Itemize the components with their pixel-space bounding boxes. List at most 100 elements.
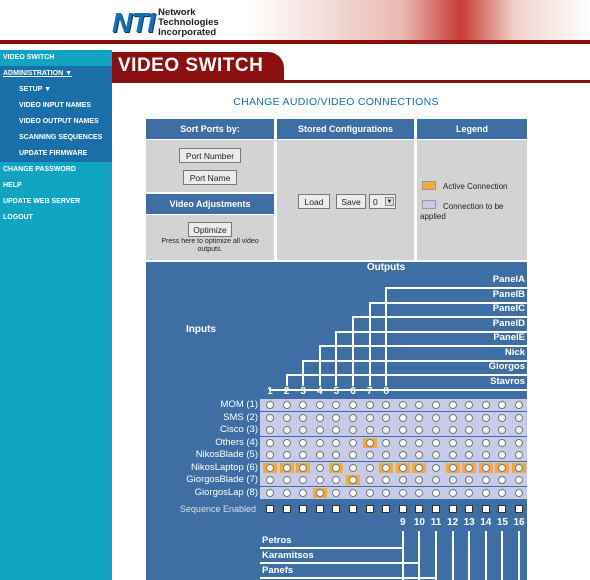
connection-radio[interactable] <box>515 426 523 434</box>
connection-radio[interactable] <box>315 451 324 459</box>
connection-radio[interactable] <box>515 438 523 447</box>
connection-radio[interactable] <box>515 488 523 497</box>
connection-radio[interactable] <box>365 438 374 447</box>
sidebar-item-video-switch[interactable]: VIDEO SWITCH <box>0 50 112 66</box>
connection-radio[interactable] <box>498 476 507 484</box>
connection-radio[interactable] <box>282 426 291 434</box>
connection-radio[interactable] <box>266 488 274 497</box>
sequence-checkbox[interactable] <box>266 505 274 513</box>
connection-radio[interactable] <box>382 476 391 484</box>
connection-radio[interactable] <box>415 426 424 434</box>
connection-radio[interactable] <box>498 413 507 422</box>
sidebar-item-setup[interactable]: SETUP ▼ <box>0 82 112 98</box>
connection-radio[interactable] <box>315 463 324 472</box>
connection-radio[interactable] <box>448 438 457 447</box>
connection-radio[interactable] <box>432 451 440 459</box>
connection-radio[interactable] <box>349 413 357 422</box>
connection-radio[interactable] <box>266 426 274 434</box>
connection-radio[interactable] <box>315 413 324 422</box>
connection-radio[interactable] <box>465 401 474 409</box>
connection-radio[interactable] <box>365 401 374 409</box>
connection-radio[interactable] <box>481 451 490 459</box>
connection-radio[interactable] <box>465 413 474 422</box>
connection-radio[interactable] <box>382 426 391 434</box>
connection-radio[interactable] <box>398 426 407 434</box>
connection-radio[interactable] <box>498 463 507 472</box>
connection-radio[interactable] <box>315 426 324 434</box>
connection-radio[interactable] <box>332 488 341 497</box>
sidebar-item-help[interactable]: HELP <box>0 178 112 194</box>
connection-radio[interactable] <box>398 476 407 484</box>
connection-radio[interactable] <box>498 426 507 434</box>
sequence-checkbox[interactable] <box>465 505 474 513</box>
connection-radio[interactable] <box>415 463 424 472</box>
connection-radio[interactable] <box>332 401 341 409</box>
sequence-checkbox[interactable] <box>481 505 490 513</box>
connection-radio[interactable] <box>266 401 274 409</box>
connection-radio[interactable] <box>481 426 490 434</box>
sequence-checkbox[interactable] <box>515 505 523 513</box>
connection-radio[interactable] <box>465 426 474 434</box>
connection-radio[interactable] <box>448 463 457 472</box>
connection-radio[interactable] <box>349 426 357 434</box>
connection-radio[interactable] <box>282 401 291 409</box>
optimize-button[interactable]: Optimize <box>188 222 232 237</box>
connection-radio[interactable] <box>398 413 407 422</box>
connection-radio[interactable] <box>465 438 474 447</box>
connection-radio[interactable] <box>266 463 274 472</box>
connection-radio[interactable] <box>415 476 424 484</box>
connection-radio[interactable] <box>398 488 407 497</box>
connection-radio[interactable] <box>299 451 308 459</box>
sidebar-item-video-output-names[interactable]: VIDEO OUTPUT NAMES <box>0 114 112 130</box>
connection-radio[interactable] <box>282 476 291 484</box>
port-name-button[interactable]: Port Name <box>183 170 237 185</box>
connection-radio[interactable] <box>481 463 490 472</box>
port-number-button[interactable]: Port Number <box>179 148 241 163</box>
connection-radio[interactable] <box>365 451 374 459</box>
connection-radio[interactable] <box>282 488 291 497</box>
connection-radio[interactable] <box>282 438 291 447</box>
connection-radio[interactable] <box>382 451 391 459</box>
sequence-checkbox[interactable] <box>498 505 507 513</box>
connection-radio[interactable] <box>515 401 523 409</box>
connection-radio[interactable] <box>465 451 474 459</box>
sequence-checkbox[interactable] <box>415 505 424 513</box>
sequence-checkbox[interactable] <box>315 505 324 513</box>
connection-radio[interactable] <box>332 463 341 472</box>
sidebar-item-update-firmware[interactable]: UPDATE FIRMWARE <box>0 146 112 162</box>
connection-radio[interactable] <box>498 488 507 497</box>
connection-radio[interactable] <box>415 451 424 459</box>
connection-radio[interactable] <box>382 438 391 447</box>
connection-radio[interactable] <box>398 401 407 409</box>
connection-radio[interactable] <box>365 488 374 497</box>
connection-radio[interactable] <box>398 451 407 459</box>
connection-radio[interactable] <box>332 426 341 434</box>
connection-radio[interactable] <box>415 438 424 447</box>
connection-radio[interactable] <box>266 438 274 447</box>
connection-radio[interactable] <box>282 463 291 472</box>
connection-radio[interactable] <box>465 488 474 497</box>
connection-radio[interactable] <box>266 451 274 459</box>
connection-radio[interactable] <box>349 438 357 447</box>
connection-radio[interactable] <box>398 438 407 447</box>
connection-radio[interactable] <box>332 476 341 484</box>
sequence-checkbox[interactable] <box>382 505 391 513</box>
connection-radio[interactable] <box>315 476 324 484</box>
sequence-checkbox[interactable] <box>349 505 357 513</box>
connection-radio[interactable] <box>448 451 457 459</box>
connection-radio[interactable] <box>282 451 291 459</box>
connection-radio[interactable] <box>481 413 490 422</box>
connection-radio[interactable] <box>415 401 424 409</box>
sidebar-item-update-web-server[interactable]: UPDATE WEB SERVER <box>0 194 112 210</box>
sequence-checkbox[interactable] <box>282 505 291 513</box>
connection-radio[interactable] <box>349 451 357 459</box>
connection-radio[interactable] <box>315 438 324 447</box>
connection-radio[interactable] <box>432 438 440 447</box>
connection-radio[interactable] <box>432 488 440 497</box>
connection-radio[interactable] <box>299 413 308 422</box>
connection-radio[interactable] <box>332 451 341 459</box>
connection-radio[interactable] <box>515 463 523 472</box>
connection-radio[interactable] <box>448 413 457 422</box>
connection-radio[interactable] <box>332 413 341 422</box>
sequence-checkbox[interactable] <box>432 505 440 513</box>
